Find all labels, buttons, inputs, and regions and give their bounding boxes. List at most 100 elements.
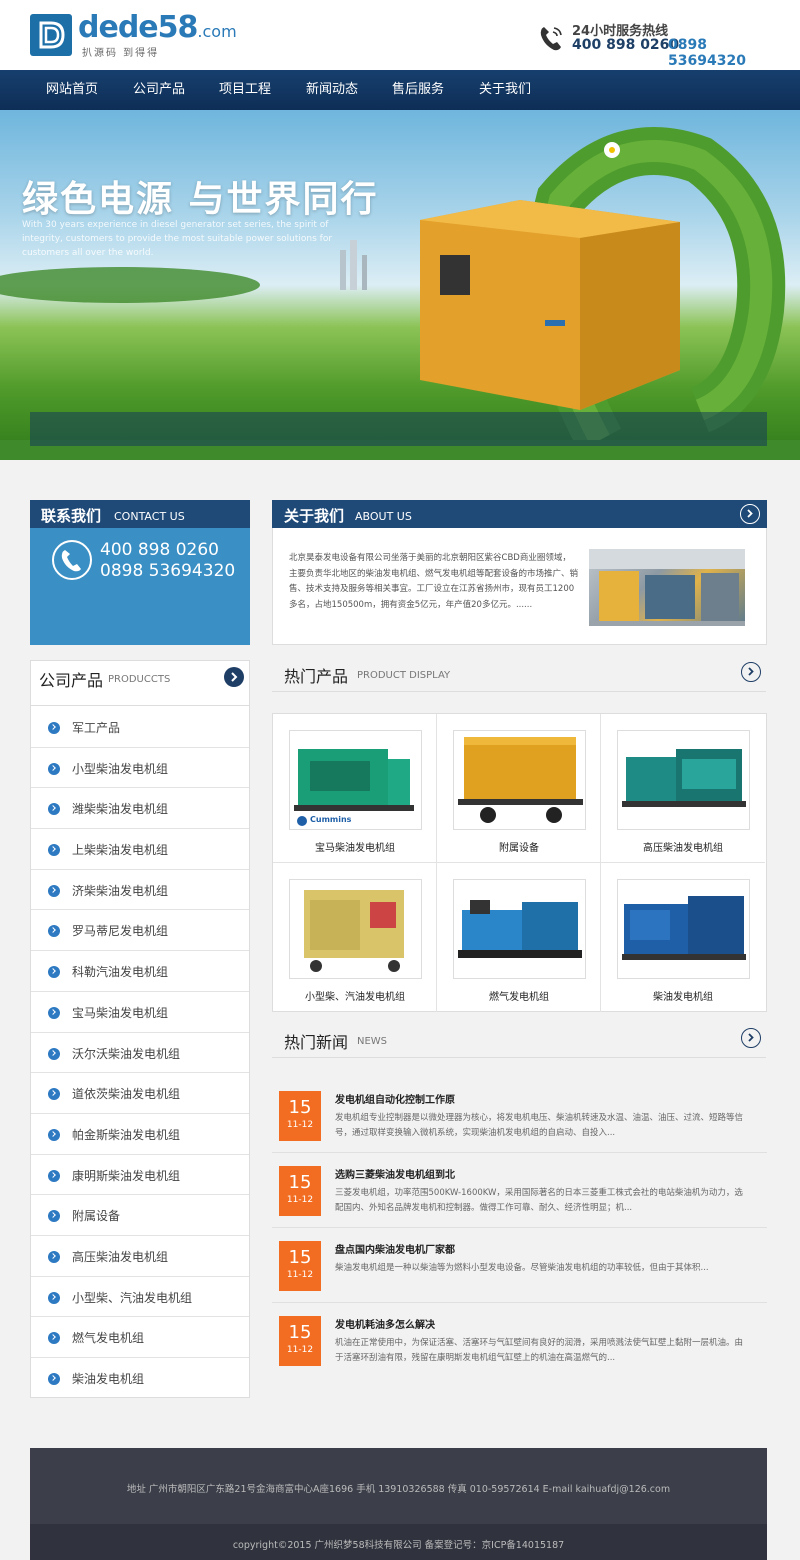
product-card[interactable]: 小型柴、汽油发电机组: [273, 863, 437, 1012]
sidebar-item-accessories[interactable]: 附属设备: [31, 1195, 249, 1236]
sidebar-item-deutz[interactable]: 道依茨柴油发电机组: [31, 1073, 249, 1114]
sidebar-item-label: 帕金斯柴油发电机组: [72, 1127, 181, 1142]
nav-products[interactable]: 公司产品: [116, 70, 202, 110]
chevron-circle-icon: [48, 803, 60, 816]
product-card[interactable]: 附属设备: [437, 714, 601, 863]
news-item[interactable]: 15 11-12 选购三菱柴油发电机组到北 三菱发电机组，功率范围500KW-16…: [272, 1153, 767, 1228]
nav-about[interactable]: 关于我们: [462, 70, 548, 110]
product-label[interactable]: 附属设备: [437, 839, 601, 854]
product-label[interactable]: 柴油发电机组: [601, 988, 765, 1003]
sidebar-item-diesel[interactable]: 柴油发电机组: [31, 1358, 249, 1399]
product-card[interactable]: 燃气发电机组: [437, 863, 601, 1012]
product-image[interactable]: [289, 879, 422, 979]
nav-home[interactable]: 网站首页: [29, 70, 115, 110]
news-title[interactable]: 发电机耗油多怎么解决: [335, 1316, 435, 1331]
chevron-circle-icon: [48, 884, 60, 897]
sidebar-item-label: 康明斯柴油发电机组: [72, 1168, 181, 1183]
product-card[interactable]: 高压柴油发电机组: [601, 714, 765, 863]
about-title-en: ABOUT US: [355, 510, 412, 523]
sidebar-item-label: 柴油发电机组: [72, 1372, 145, 1386]
product-image[interactable]: [617, 879, 750, 979]
nav-news[interactable]: 新闻动态: [289, 70, 375, 110]
news-header: 热门新闻 NEWS: [272, 1028, 766, 1058]
product-image[interactable]: [453, 730, 586, 830]
news-item[interactable]: 15 11-12 发电机组自动化控制工作原 发电机组专业控制器是以微处理器为核心，…: [272, 1078, 767, 1153]
chevron-right-icon[interactable]: [741, 662, 761, 682]
chevron-circle-icon: [48, 762, 60, 775]
chevron-circle-icon: [48, 1128, 60, 1141]
sidebar-item-label: 潍柴柴油发电机组: [72, 802, 169, 817]
news-item[interactable]: 15 11-12 盘点国内柴油发电机厂家都 柴油发电机组是一种以柴油等为燃料小型发…: [272, 1228, 767, 1303]
product-card[interactable]: 柴油发电机组: [601, 863, 765, 1012]
sidebar-item-military[interactable]: 军工产品: [31, 707, 249, 748]
footer-copyright: copyright©2015 广州织梦58科技有限公司 备案登记号：京ICP备1…: [30, 1524, 767, 1560]
phone-icon: [540, 27, 562, 51]
nav-after-sales[interactable]: 售后服务: [375, 70, 461, 110]
hot-products-title: 热门产品: [284, 667, 349, 686]
sidebar-item-shangchai[interactable]: 上柴柴油发电机组: [31, 829, 249, 870]
sidebar-item-kohler[interactable]: 科勒汽油发电机组: [31, 951, 249, 992]
sidebar-item-volvo[interactable]: 沃尔沃柴油发电机组: [31, 1033, 249, 1074]
sidebar-item-label: 燃气发电机组: [72, 1331, 145, 1346]
product-image[interactable]: Cummins: [289, 730, 422, 830]
chevron-circle-icon: [48, 844, 60, 857]
about-box: 关于我们 ABOUT US 北京昊泰发电设备有限公司坐落于美丽的北京朝阳区紫谷C…: [272, 500, 767, 645]
sidebar-item-label: 道依茨柴油发电机组: [72, 1087, 181, 1102]
about-title: 关于我们: [284, 507, 345, 525]
about-header: 关于我们 ABOUT US: [272, 500, 767, 528]
sidebar-item-bmw[interactable]: 宝马柴油发电机组: [31, 992, 249, 1033]
phone-icon: [52, 540, 92, 580]
logo-slogan: 扒源码 到得得: [82, 48, 160, 59]
sidebar-item-small-diesel[interactable]: 小型柴油发电机组: [31, 748, 249, 789]
chevron-circle-icon: [48, 1169, 60, 1182]
news-item[interactable]: 15 11-12 发电机耗油多怎么解决 机油在正常使用中，为保证活塞、活塞环与气缸…: [272, 1303, 767, 1378]
news-title[interactable]: 选购三菱柴油发电机组到北: [335, 1166, 455, 1181]
sidebar-item-label: 小型柴油发电机组: [72, 761, 169, 776]
sidebar-item-high-voltage[interactable]: 高压柴油发电机组: [31, 1236, 249, 1277]
logo-text: dede58.com: [78, 10, 237, 45]
chevron-right-icon[interactable]: [740, 504, 760, 524]
news-desc: 三菱发电机组，功率范围500KW-1600KW，采用国际著名的日本三菱重工株式会…: [335, 1188, 743, 1213]
banner-caption-bar: [30, 412, 767, 446]
product-image[interactable]: [617, 730, 750, 830]
sidebar-item-perkins[interactable]: 帕金斯柴油发电机组: [31, 1114, 249, 1155]
sidebar-item-label: 济柴柴油发电机组: [72, 883, 169, 898]
about-image[interactable]: [589, 549, 745, 626]
product-card[interactable]: Cummins 宝马柴油发电机组: [273, 714, 437, 863]
sidebar-item-weichai[interactable]: 潍柴柴油发电机组: [31, 788, 249, 830]
product-image[interactable]: [453, 879, 586, 979]
product-label[interactable]: 宝马柴油发电机组: [273, 839, 437, 854]
sidebar-item-gas[interactable]: 燃气发电机组: [31, 1317, 249, 1358]
contact-title-en: CONTACT US: [114, 510, 185, 523]
main-nav: 网站首页 公司产品 项目工程 新闻动态 售后服务 关于我们: [0, 70, 800, 110]
chevron-right-icon[interactable]: [224, 667, 244, 687]
news-date: 15 11-12: [279, 1091, 321, 1141]
sidebar-item-label: 军工产品: [72, 721, 121, 735]
sidebar-item-label: 附属设备: [72, 1209, 121, 1224]
site-footer: 地址 广州市朝阳区广东路21号金海商富中心A座1696 手机 139103265…: [30, 1448, 767, 1560]
product-label[interactable]: 高压柴油发电机组: [601, 839, 765, 854]
sidebar-item-small-diesel-gasoline[interactable]: 小型柴、汽油发电机组: [31, 1277, 249, 1318]
sidebar-item-cummins[interactable]: 康明斯柴油发电机组: [31, 1155, 249, 1196]
contact-phone-1: 400 898 0260: [100, 540, 219, 560]
logo[interactable]: dede58.com 扒源码 到得得: [30, 10, 240, 59]
footer-contact-info: 地址 广州市朝阳区广东路21号金海商富中心A座1696 手机 139103265…: [126, 1484, 671, 1495]
nav-projects[interactable]: 项目工程: [202, 70, 288, 110]
hero-banner[interactable]: 绿色电源 与世界同行 With 30 years experience in d…: [0, 110, 800, 460]
sidebar-item-label: 沃尔沃柴油发电机组: [72, 1046, 181, 1061]
chevron-circle-icon: [48, 1006, 60, 1019]
product-label[interactable]: 小型柴、汽油发电机组: [273, 988, 437, 1003]
chevron-circle-icon: [48, 966, 60, 979]
hotline-phone-2: 0898 53694320: [668, 37, 746, 69]
sidebar-item-label: 上柴柴油发电机组: [72, 843, 169, 858]
news-title[interactable]: 盘点国内柴油发电机厂家都: [335, 1241, 455, 1256]
news-title[interactable]: 发电机组自动化控制工作原: [335, 1091, 455, 1106]
product-label[interactable]: 燃气发电机组: [437, 988, 601, 1003]
products-list: 军工产品 小型柴油发电机组 潍柴柴油发电机组 上柴柴油发电机组 济柴柴油发电机组…: [31, 707, 249, 1399]
contact-title: 联系我们: [41, 507, 102, 525]
news-desc: 发电机组专业控制器是以微处理器为核心，将发电机电压、柴油机转速及水温、油温、油压…: [335, 1113, 744, 1138]
hotline-phone-1: 400 898 0260: [572, 37, 680, 53]
sidebar-item-jichai[interactable]: 济柴柴油发电机组: [31, 870, 249, 911]
sidebar-item-romatini[interactable]: 罗马蒂尼发电机组: [31, 910, 249, 952]
chevron-right-icon[interactable]: [741, 1028, 761, 1048]
